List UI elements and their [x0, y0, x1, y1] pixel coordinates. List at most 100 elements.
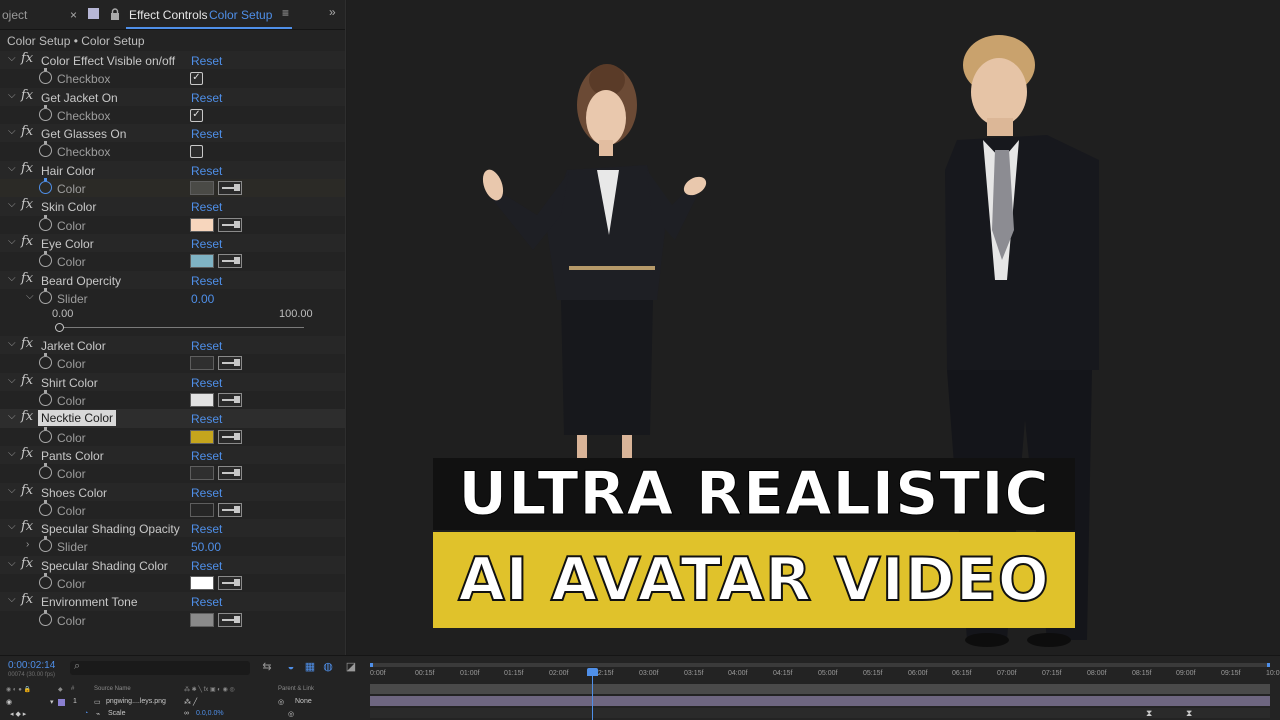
layer-duration-bar[interactable] — [370, 696, 1270, 706]
stopwatch-icon[interactable] — [39, 178, 52, 195]
graph-icon[interactable]: ⌁ — [96, 710, 100, 718]
effect-header-shoes-color[interactable]: ⌵ fx Shoes Color Reset — [0, 482, 345, 501]
layer-switch-icons[interactable]: ⁂ ╱ — [184, 698, 197, 706]
reset-link[interactable]: Reset — [191, 339, 222, 353]
effect-header-get-glasses-on[interactable]: ⌵ fx Get Glasses On Reset — [0, 124, 345, 143]
slider-control[interactable]: 0.00 100.00 — [0, 307, 345, 336]
more-panels-icon[interactable]: » — [329, 5, 336, 19]
param-value[interactable]: 50.00 — [191, 540, 221, 554]
parent-pickwhip-icon[interactable]: ◎ — [278, 698, 284, 706]
fx-icon[interactable]: fx — [21, 51, 33, 66]
stopwatch-icon[interactable] — [39, 499, 52, 516]
color-swatch[interactable] — [190, 356, 214, 371]
eyedropper-icon[interactable] — [218, 612, 242, 627]
stopwatch-icon[interactable] — [39, 141, 52, 158]
twirl-down-icon[interactable]: ⌵ — [8, 558, 16, 569]
color-swatch[interactable] — [190, 502, 214, 517]
twirl-down-icon[interactable]: ⌵ — [8, 53, 16, 64]
scale-keyframe-track[interactable] — [370, 708, 1270, 718]
timeline-search-input[interactable] — [70, 660, 250, 675]
reset-link[interactable]: Reset — [191, 412, 222, 426]
reset-link[interactable]: Reset — [191, 200, 222, 214]
effect-name[interactable]: Environment Tone — [41, 595, 138, 609]
visibility-icon[interactable]: ◉ — [6, 698, 12, 706]
eyedropper-icon[interactable] — [218, 429, 242, 444]
reset-link[interactable]: Reset — [191, 559, 222, 573]
stopwatch-icon[interactable] — [39, 609, 52, 626]
reset-link[interactable]: Reset — [191, 595, 222, 609]
color-swatch[interactable] — [190, 254, 214, 269]
constrain-link-icon[interactable]: ∞ — [184, 710, 189, 717]
effect-header-hair-color[interactable]: ⌵ fx Hair Color Reset — [0, 160, 345, 180]
reset-link[interactable]: Reset — [191, 54, 222, 68]
twirl-down-icon[interactable]: ⌵ — [8, 273, 16, 284]
twirl-down-icon[interactable]: ⌵ — [8, 411, 16, 422]
eyedropper-icon[interactable] — [218, 466, 242, 481]
scale-value[interactable]: 0.0,0.0% — [196, 710, 224, 717]
param-checkbox[interactable]: ✓ — [190, 108, 203, 122]
fx-icon[interactable]: fx — [21, 556, 33, 571]
parent-link-header[interactable]: Parent & Link — [278, 686, 314, 692]
twirl-down-icon[interactable]: ⌵ — [8, 448, 16, 459]
reset-link[interactable]: Reset — [191, 91, 222, 105]
stopwatch-icon[interactable]: ◔ — [84, 710, 88, 717]
parent-select[interactable]: None — [295, 698, 312, 705]
effect-header-pants-color[interactable]: ⌵ fx Pants Color Reset — [0, 445, 345, 465]
effect-header-beard-opercity[interactable]: ⌵ fx Beard Opercity Reset — [0, 270, 345, 289]
twirl-down-icon[interactable]: ⌵ — [8, 521, 16, 532]
fx-icon[interactable]: fx — [21, 446, 33, 461]
stopwatch-icon[interactable] — [39, 463, 52, 480]
fx-icon[interactable]: fx — [21, 88, 33, 103]
twirl-down-icon[interactable]: ⌵ — [8, 338, 16, 349]
motion-blur-icon[interactable]: ◍ — [321, 661, 335, 673]
fx-icon[interactable]: fx — [21, 409, 33, 424]
effect-name[interactable]: Shirt Color — [41, 376, 98, 390]
stopwatch-icon[interactable] — [39, 426, 52, 443]
tab-comp-name[interactable]: Color Setup — [209, 8, 272, 22]
tab-project[interactable]: oject — [2, 8, 27, 22]
color-swatch[interactable] — [190, 612, 214, 627]
color-swatch[interactable] — [190, 429, 214, 444]
effect-name[interactable]: Jarket Color — [41, 339, 106, 353]
param-value[interactable]: 0.00 — [191, 292, 214, 306]
tab-effect-controls[interactable]: Effect Controls — [129, 8, 207, 22]
twirl-down-icon[interactable]: ⌵ — [8, 236, 16, 247]
effect-name[interactable]: Color Effect Visible on/off — [41, 54, 175, 68]
color-swatch[interactable] — [190, 181, 214, 196]
effect-header-eye-color[interactable]: ⌵ fx Eye Color Reset — [0, 233, 345, 253]
keyframe-nav-icon[interactable]: ◂ ◆ ▸ — [10, 710, 26, 718]
stopwatch-icon[interactable] — [39, 536, 52, 553]
effect-header-specular-shading-color[interactable]: ⌵ fx Specular Shading Color Reset — [0, 555, 345, 575]
effect-name[interactable]: Eye Color — [41, 237, 94, 251]
layer-row[interactable]: ◉ ▾ 1 ▭ pngwing....leys.png ⁂ ╱ ◎ None — [0, 696, 368, 708]
fx-icon[interactable]: fx — [21, 234, 33, 249]
effect-header-jarket-color[interactable]: ⌵ fx Jarket Color Reset — [0, 336, 345, 355]
param-checkbox[interactable] — [190, 145, 203, 159]
playhead-handle[interactable] — [587, 668, 598, 676]
eyedropper-icon[interactable] — [218, 502, 242, 517]
stopwatch-icon[interactable] — [39, 251, 52, 268]
effect-header-necktie-color[interactable]: ⌵ fx Necktie Color Reset — [0, 409, 345, 428]
reset-link[interactable]: Reset — [191, 486, 222, 500]
twirl-right-icon[interactable]: › — [26, 539, 29, 550]
fx-icon[interactable]: fx — [21, 373, 33, 388]
effect-name[interactable]: Specular Shading Opacity — [41, 522, 180, 536]
eyedropper-icon[interactable] — [218, 576, 242, 591]
effect-name[interactable]: Beard Opercity — [41, 274, 121, 288]
effect-name[interactable]: Necktie Color — [38, 410, 117, 427]
effect-name[interactable]: Skin Color — [41, 200, 96, 214]
layer-name[interactable]: pngwing....leys.png — [106, 698, 166, 705]
eyedropper-icon[interactable] — [218, 254, 242, 269]
param-checkbox[interactable]: ✓ — [190, 72, 203, 86]
stopwatch-icon[interactable] — [39, 214, 52, 231]
stopwatch-icon[interactable] — [39, 390, 52, 407]
comp-flowchart-icon[interactable]: ⇆ — [260, 661, 274, 673]
effect-name[interactable]: Hair Color — [41, 164, 95, 178]
effect-name[interactable]: Shoes Color — [41, 486, 107, 500]
effect-header-shirt-color[interactable]: ⌵ fx Shirt Color Reset — [0, 372, 345, 392]
fx-icon[interactable]: fx — [21, 519, 33, 534]
eyedropper-icon[interactable] — [218, 393, 242, 408]
fx-icon[interactable]: fx — [21, 271, 33, 286]
stopwatch-icon[interactable] — [39, 353, 52, 370]
effect-header-skin-color[interactable]: ⌵ fx Skin Color Reset — [0, 197, 345, 216]
